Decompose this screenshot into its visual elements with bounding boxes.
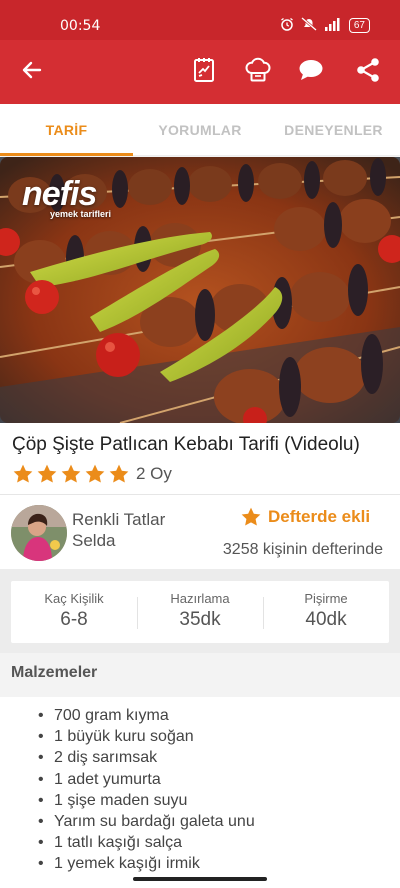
- alarm-icon: [280, 17, 294, 34]
- notebook-icon: [192, 57, 216, 88]
- ingredient-item: Yarım su bardağı galeta unu: [38, 811, 255, 832]
- cook-time-value: 40dk: [305, 609, 347, 630]
- author-avatar[interactable]: [11, 505, 67, 561]
- servings-info: Kaç Kişilik 6-8: [11, 581, 137, 643]
- star-icon: [61, 464, 81, 483]
- recipe-rating[interactable]: 2 Oy: [12, 462, 172, 486]
- tab-tarif[interactable]: TARİF: [0, 104, 133, 156]
- cook-time-info: Pişirme 40dk: [263, 581, 389, 643]
- ingredient-item: 1 tatlı kaşığı salça: [38, 832, 255, 853]
- chef-hat-icon: [244, 56, 272, 89]
- back-arrow-icon: [22, 60, 42, 85]
- notebook-button[interactable]: [182, 40, 226, 104]
- share-button[interactable]: [346, 40, 390, 104]
- recipe-info-card: Kaç Kişilik 6-8 Hazırlama 35dk Pişirme 4…: [11, 581, 389, 643]
- chef-hat-button[interactable]: [236, 40, 280, 104]
- notebook-added-button[interactable]: Defterde ekli: [240, 506, 370, 528]
- star-icon: [109, 464, 129, 483]
- ingredients-list: 700 gram kıyma 1 büyük kuru soğan 2 diş …: [38, 705, 255, 875]
- star-icon: [85, 464, 105, 483]
- back-button[interactable]: [10, 40, 54, 104]
- status-icons: 67: [280, 17, 370, 34]
- recipe-title: Çöp Şişte Patlıcan Kebabı Tarifi (Videol…: [12, 434, 360, 455]
- active-tab-indicator: [0, 153, 133, 156]
- tab-yorumlar[interactable]: YORUMLAR: [133, 104, 267, 156]
- recipe-hero-image[interactable]: nefis yemek tarifleri: [0, 157, 400, 423]
- ingredient-item: 1 şişe maden suyu: [38, 790, 255, 811]
- star-rating: [12, 463, 130, 485]
- star-icon: [241, 507, 261, 526]
- servings-label: Kaç Kişilik: [44, 591, 104, 606]
- recipe-info-section: Kaç Kişilik 6-8 Hazırlama 35dk Pişirme 4…: [0, 569, 400, 653]
- cook-time-label: Pişirme: [304, 591, 348, 606]
- notebook-added-label: Defterde ekli: [268, 507, 371, 526]
- servings-value: 6-8: [60, 609, 88, 630]
- notebook-count: 3258 kişinin defterinde: [222, 541, 383, 558]
- ingredient-item: 1 adet yumurta: [38, 769, 255, 790]
- prep-time-label: Hazırlama: [170, 591, 230, 606]
- author-name-line2: Selda: [72, 531, 116, 550]
- author-name[interactable]: Renkli Tatlar Selda: [72, 509, 165, 551]
- tab-bar: TARİF YORUMLAR DENEYENLER: [0, 104, 400, 156]
- ingredient-item: 1 yemek kaşığı irmik: [38, 853, 255, 874]
- logo-subtext: yemek tarifleri: [50, 209, 112, 219]
- battery-icon: 67: [348, 18, 370, 33]
- ingredient-item: 700 gram kıyma: [38, 705, 255, 726]
- tab-deneyenler[interactable]: DENEYENLER: [267, 104, 400, 156]
- ingredients-heading: Malzemeler: [0, 653, 400, 697]
- star-icon: [13, 464, 33, 483]
- prep-time-info: Hazırlama 35dk: [137, 581, 263, 643]
- logo-text: nefis: [22, 175, 97, 213]
- nefis-logo: nefis yemek tarifleri: [22, 177, 111, 219]
- app-toolbar: [0, 40, 400, 104]
- status-bar: 00:54 67: [0, 0, 400, 40]
- share-icon: [355, 57, 381, 88]
- vote-count: 2 Oy: [136, 464, 172, 483]
- signal-icon: [324, 17, 342, 34]
- author-name-line1: Renkli Tatlar: [72, 510, 166, 529]
- ingredient-item: 2 diş sarımsak: [38, 747, 255, 768]
- star-icon: [37, 464, 57, 483]
- divider: [0, 494, 400, 495]
- mute-icon: [301, 17, 317, 34]
- comment-icon: [298, 58, 324, 87]
- gesture-nav-handle[interactable]: [133, 877, 267, 881]
- prep-time-value: 35dk: [179, 609, 221, 630]
- status-time: 00:54: [60, 18, 101, 34]
- ingredient-item: 1 büyük kuru soğan: [38, 726, 255, 747]
- comment-button[interactable]: [289, 40, 333, 104]
